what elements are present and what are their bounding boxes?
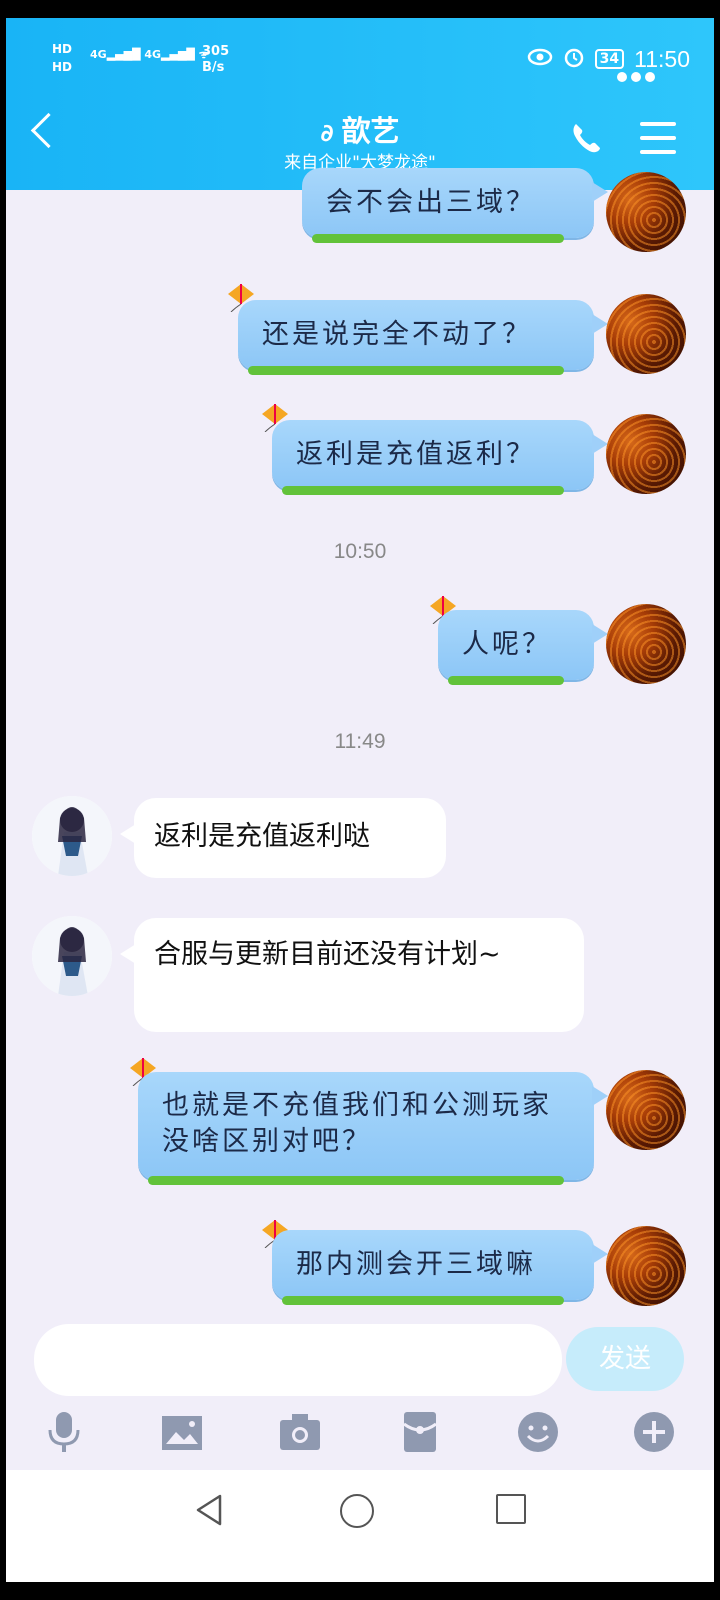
microphone-icon[interactable] bbox=[44, 1410, 84, 1454]
message-input[interactable] bbox=[34, 1324, 562, 1396]
phone-call-button[interactable] bbox=[566, 118, 606, 158]
avatar-self[interactable] bbox=[606, 1226, 686, 1306]
hd-badge-1: HD bbox=[52, 42, 73, 56]
avatar-self[interactable] bbox=[606, 414, 686, 494]
menu-button[interactable] bbox=[640, 122, 676, 154]
alarm-icon bbox=[563, 46, 585, 72]
status-right: 34 11:50 bbox=[527, 44, 690, 74]
battery-indicator: 34 bbox=[594, 49, 625, 69]
message-bubble-self[interactable]: 人呢？ bbox=[438, 610, 608, 685]
avatar-self[interactable] bbox=[606, 294, 686, 374]
system-nav-bar bbox=[6, 1470, 714, 1582]
message-bubble-contact[interactable]: 合服与更新目前还没有计划~ bbox=[120, 918, 584, 1032]
avatar-contact[interactable] bbox=[32, 796, 112, 876]
status-time: 11:50 bbox=[634, 45, 690, 72]
message-list[interactable]: 会不会出三域？ 还是说完全不动了？ 返利是充值返利？ 10:50 人呢？ 11:… bbox=[6, 168, 714, 1330]
emoji-icon[interactable] bbox=[516, 1410, 560, 1454]
message-bubble-self[interactable]: 也就是不充值我们和公测玩家没啥区别对吧？ bbox=[138, 1072, 608, 1185]
image-icon[interactable] bbox=[160, 1410, 204, 1454]
message-bubble-self[interactable]: 那内测会开三域嘛 bbox=[272, 1230, 608, 1305]
message-bubble-contact[interactable]: 返利是充值返利哒 bbox=[120, 798, 446, 878]
timestamp: 11:49 bbox=[334, 730, 386, 753]
plus-icon[interactable] bbox=[632, 1410, 676, 1454]
avatar-contact[interactable] bbox=[32, 916, 112, 996]
red-packet-icon[interactable] bbox=[400, 1410, 440, 1454]
nav-home-icon[interactable] bbox=[340, 1494, 374, 1528]
avatar-self[interactable] bbox=[606, 1070, 686, 1150]
message-bubble-self[interactable]: 会不会出三域？ bbox=[302, 168, 608, 243]
chat-screen: HD HD 4G▂▄▆█ 4G▂▄▆█ ᯤ 305 B/s 34 11:50 ∂… bbox=[6, 18, 714, 1582]
avatar-self[interactable] bbox=[606, 172, 686, 252]
nav-back-icon[interactable] bbox=[194, 1494, 224, 1526]
more-dots-icon bbox=[617, 72, 655, 82]
ear-icon: ∂ bbox=[320, 119, 334, 147]
avatar-self[interactable] bbox=[606, 604, 686, 684]
send-button[interactable]: 发送 bbox=[566, 1327, 684, 1391]
timestamp: 10:50 bbox=[333, 540, 387, 563]
message-bubble-self[interactable]: 返利是充值返利？ bbox=[272, 420, 608, 495]
message-bubble-self[interactable]: 还是说完全不动了？ bbox=[238, 300, 608, 375]
hd-badge-2: HD bbox=[52, 60, 73, 74]
nav-recents-icon[interactable] bbox=[496, 1494, 526, 1524]
camera-icon[interactable] bbox=[278, 1410, 322, 1454]
chat-title: ∂ 歆艺 bbox=[320, 114, 400, 148]
eye-icon bbox=[527, 48, 553, 70]
signal-icons: 4G▂▄▆█ 4G▂▄▆█ ᯤ bbox=[90, 48, 209, 61]
chat-header: HD HD 4G▂▄▆█ 4G▂▄▆█ ᯤ 305 B/s 34 11:50 ∂… bbox=[6, 18, 714, 190]
input-toolbar bbox=[6, 1410, 714, 1470]
network-speed: 305 B/s bbox=[202, 44, 230, 75]
status-left: HD HD 4G▂▄▆█ 4G▂▄▆█ ᯤ 305 B/s bbox=[52, 40, 229, 76]
